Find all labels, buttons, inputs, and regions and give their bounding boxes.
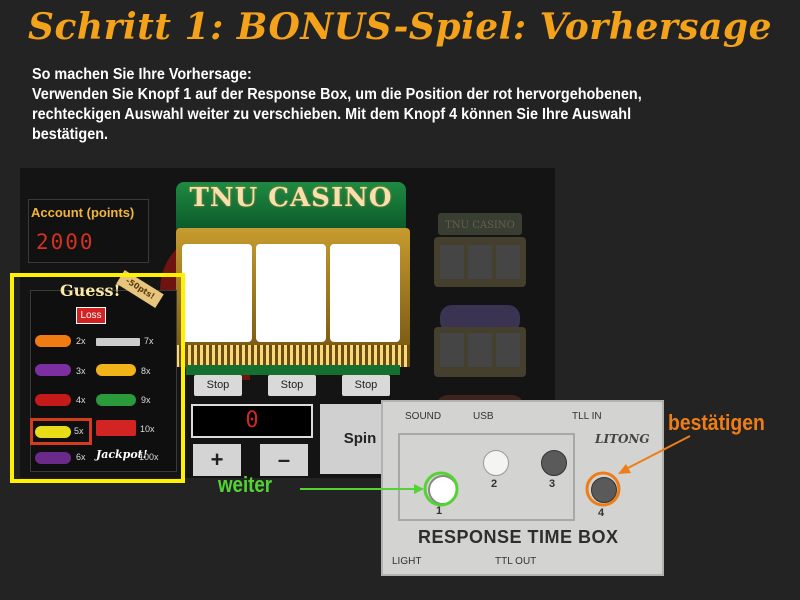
- key-2-label: 2: [491, 478, 498, 490]
- machine-base: [186, 365, 400, 375]
- instruction-line-1: So machen Sie Ihre Vorhersage:: [32, 66, 252, 83]
- account-label: Account (points): [31, 205, 135, 220]
- reel-3: [330, 244, 400, 342]
- usb-label: USB: [473, 411, 494, 422]
- key-4[interactable]: [591, 477, 617, 503]
- ttl-in-label: TLL IN: [572, 411, 602, 422]
- key-4-label: 4: [598, 507, 605, 519]
- ttl-out-label: TTL OUT: [495, 556, 537, 567]
- instruction-line-4: bestätigen.: [32, 126, 109, 143]
- key-3[interactable]: [541, 450, 567, 476]
- key-3-label: 3: [549, 478, 556, 490]
- marquee-lights: [176, 345, 410, 367]
- bet-counter: 0: [191, 404, 313, 438]
- guess-panel-highlight: [10, 273, 185, 483]
- confirm-annotation: bestätigen: [668, 410, 765, 435]
- next-annotation: weiter: [218, 472, 273, 497]
- page-title: Schritt 1: BONUS-Spiel: Vorhersage: [28, 6, 772, 48]
- machine-title: TNU CASINO: [189, 183, 393, 213]
- instruction-line-3: rechteckigen Auswahl weiter zu verschieb…: [32, 106, 632, 123]
- reel-1: [182, 244, 252, 342]
- key-1[interactable]: [428, 475, 458, 505]
- key-panel: [398, 433, 575, 521]
- box-title: RESPONSE TIME BOX: [418, 527, 619, 547]
- stop-button-1[interactable]: Stop: [194, 375, 242, 396]
- light-label: LIGHT: [392, 556, 422, 567]
- sound-label: SOUND: [405, 411, 442, 422]
- reel-2: [256, 244, 326, 342]
- instruction-line-2: Verwenden Sie Knopf 1 auf der Response B…: [32, 86, 642, 103]
- key-2[interactable]: [483, 450, 509, 476]
- ghost-machine-title: TNU CASINO: [445, 220, 515, 231]
- stop-button-2[interactable]: Stop: [268, 375, 316, 396]
- account-value: 2000: [36, 230, 95, 254]
- stop-button-3[interactable]: Stop: [342, 375, 390, 396]
- brand-logo: LITONG: [595, 432, 650, 446]
- instructions: So machen Sie Ihre Vorhersage: Verwenden…: [32, 65, 698, 145]
- key-1-label: 1: [436, 505, 443, 517]
- background-slot-machines: TNU CASINO: [434, 213, 526, 423]
